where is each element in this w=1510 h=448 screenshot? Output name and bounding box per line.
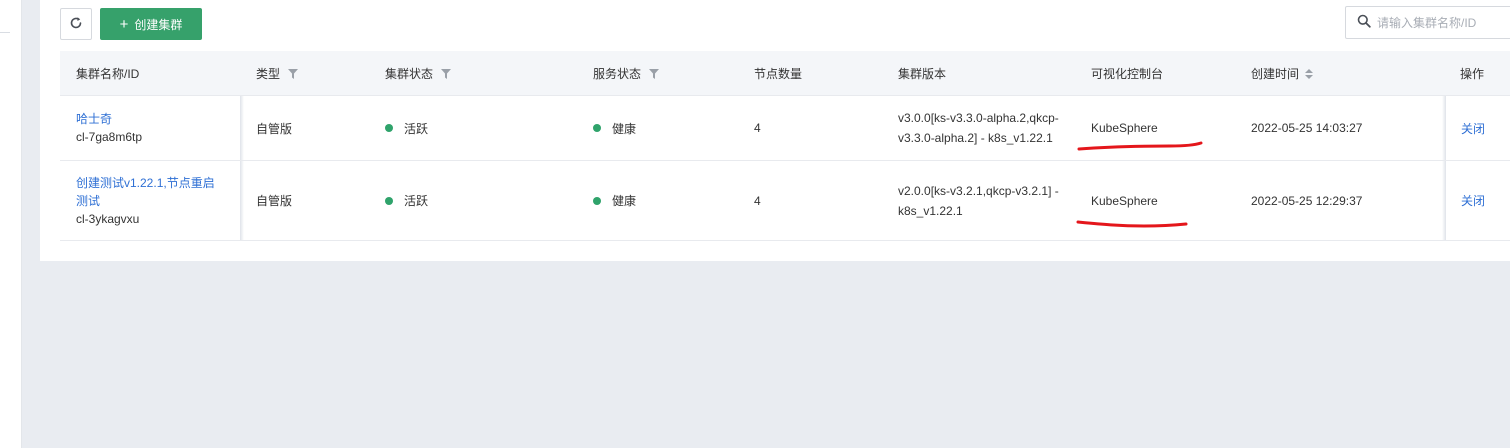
red-underline-annotation bbox=[1077, 141, 1203, 151]
cluster-type: 自管版 bbox=[256, 121, 293, 136]
cluster-name-cell: 哈士奇 cl-7ga8m6tp bbox=[76, 96, 142, 160]
status-dot-icon bbox=[385, 196, 393, 205]
sidebar-divider bbox=[0, 32, 10, 33]
cluster-status: 活跃 bbox=[385, 96, 428, 160]
refresh-button[interactable] bbox=[60, 8, 92, 40]
close-action-link[interactable]: 关闭 bbox=[1461, 96, 1485, 160]
filter-icon[interactable] bbox=[288, 68, 299, 79]
search-box[interactable] bbox=[1345, 6, 1510, 39]
column-header-node-count: 节点数量 bbox=[754, 67, 803, 81]
plus-icon: + bbox=[119, 15, 129, 33]
column-header-version: 集群版本 bbox=[898, 67, 947, 81]
service-status: 健康 bbox=[593, 96, 636, 160]
cluster-name-link[interactable]: 创建测试v1.22.1,节点重启 测试 bbox=[76, 174, 215, 210]
cluster-version: v3.0.0[ks-v3.3.0-alpha.2,qkcp- v3.3.0-al… bbox=[898, 111, 1059, 145]
table-header: 集群名称/ID 类型 集群状态 服务状态 节点数量 集群版本 可视化控制台 创建… bbox=[60, 51, 1510, 96]
status-dot-icon bbox=[593, 124, 601, 132]
sort-icon[interactable] bbox=[1305, 68, 1314, 79]
refresh-icon bbox=[69, 16, 83, 33]
column-header-type: 类型 bbox=[256, 51, 299, 96]
fixed-column-shadow bbox=[1442, 96, 1446, 160]
created-time: 2022-05-25 12:29:37 bbox=[1251, 193, 1363, 208]
search-icon bbox=[1357, 14, 1371, 31]
cluster-version: v2.0.0[ks-v3.2.1,qkcp-v3.2.1] - k8s_v1.2… bbox=[898, 183, 1059, 218]
table-row: 创建测试v1.22.1,节点重启 测试 cl-3ykagvxu 自管版 活跃 健… bbox=[60, 161, 1510, 241]
fixed-column-shadow bbox=[240, 161, 244, 240]
create-cluster-label: 创建集群 bbox=[134, 17, 183, 32]
cluster-name-link[interactable]: 哈士奇 bbox=[76, 110, 112, 128]
column-header-service-status: 服务状态 bbox=[593, 51, 660, 96]
column-header-console: 可视化控制台 bbox=[1091, 67, 1164, 81]
status-dot-icon bbox=[593, 196, 601, 205]
column-header-actions: 操作 bbox=[1460, 67, 1485, 81]
close-action-link[interactable]: 关闭 bbox=[1461, 161, 1485, 240]
cluster-id: cl-3ykagvxu bbox=[76, 211, 140, 226]
table-row: 哈士奇 cl-7ga8m6tp 自管版 活跃 健康 4 v3.0.0[ks-v3… bbox=[60, 96, 1510, 161]
column-header-cluster-status: 集群状态 bbox=[385, 51, 452, 96]
column-header-name: 集群名称/ID bbox=[76, 67, 140, 81]
cluster-type: 自管版 bbox=[256, 194, 293, 208]
search-input[interactable] bbox=[1377, 15, 1510, 30]
status-dot-icon bbox=[385, 124, 393, 132]
filter-icon[interactable] bbox=[441, 68, 452, 79]
node-count: 4 bbox=[754, 121, 761, 135]
red-underline-annotation bbox=[1076, 220, 1188, 228]
cluster-status: 活跃 bbox=[385, 161, 428, 240]
cluster-id: cl-7ga8m6tp bbox=[76, 130, 143, 144]
create-cluster-button[interactable]: + 创建集群 bbox=[100, 8, 202, 40]
fixed-column-shadow bbox=[240, 96, 244, 160]
created-time: 2022-05-25 14:03:27 bbox=[1251, 121, 1363, 135]
column-header-created[interactable]: 创建时间 bbox=[1251, 51, 1314, 96]
service-status: 健康 bbox=[593, 161, 636, 240]
fixed-column-shadow bbox=[1442, 161, 1446, 240]
node-count: 4 bbox=[754, 193, 761, 208]
filter-icon[interactable] bbox=[649, 68, 660, 79]
cluster-name-cell: 创建测试v1.22.1,节点重启 测试 cl-3ykagvxu bbox=[76, 161, 215, 240]
left-sidebar bbox=[0, 0, 22, 448]
